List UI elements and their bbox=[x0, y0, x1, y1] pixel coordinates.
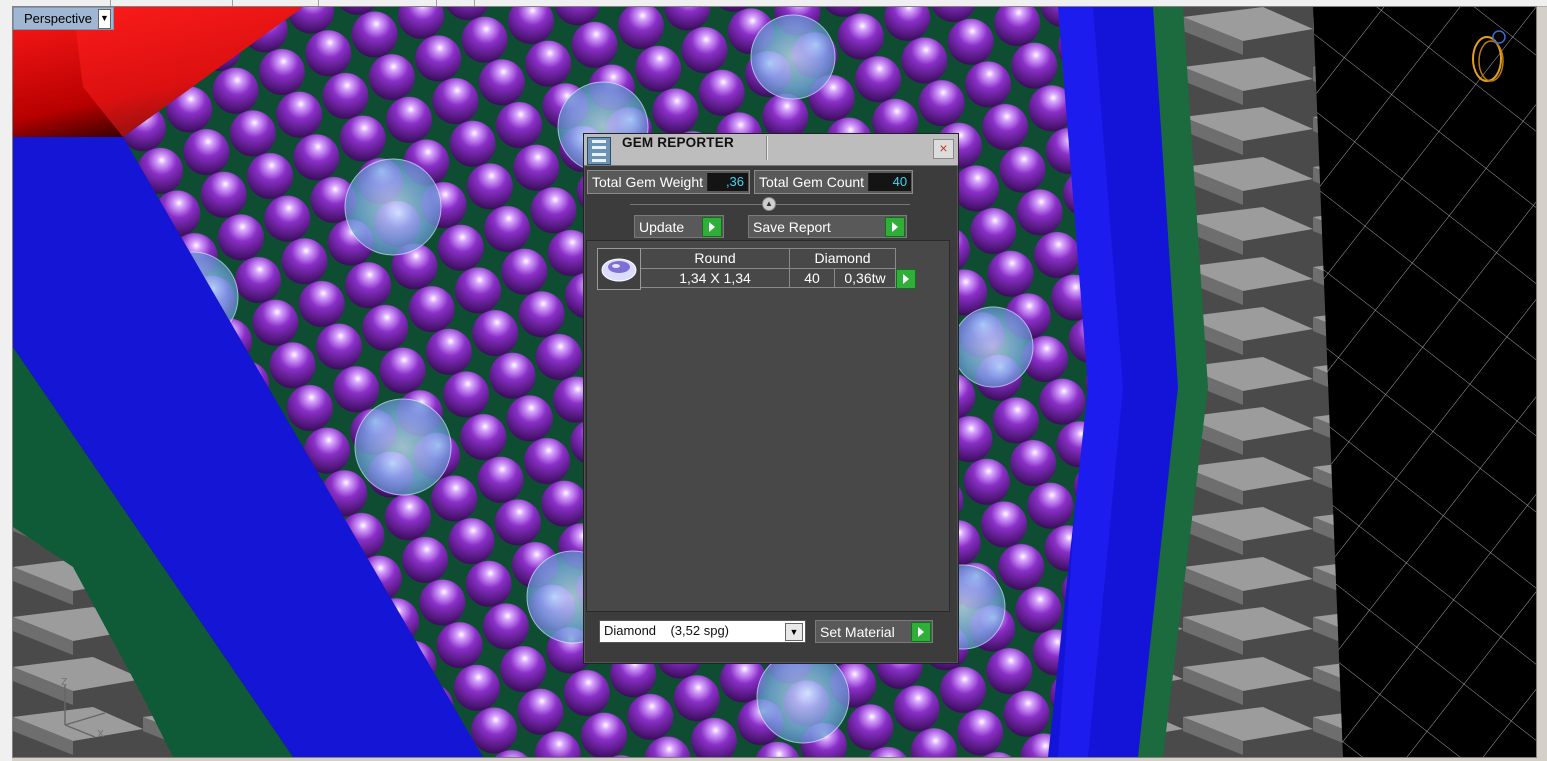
gem-weight: 0,36tw bbox=[835, 268, 896, 288]
gem-details-grid: Round Diamond 1,34 X 1,34 40 0,36tw bbox=[641, 248, 916, 290]
total-gem-count-field: Total Gem Count 40 bbox=[754, 170, 914, 194]
set-material-button-label: Set Material bbox=[820, 623, 895, 640]
save-report-play-icon bbox=[885, 216, 905, 237]
left-toolbar-strip bbox=[0, 6, 12, 761]
dialog-title: GEM REPORTER bbox=[622, 135, 734, 150]
gem-size: 1,34 X 1,34 bbox=[641, 268, 790, 288]
save-report-button[interactable]: Save Report bbox=[748, 215, 907, 238]
gem-row-play-icon bbox=[896, 269, 916, 289]
gem-count: 40 bbox=[790, 268, 835, 288]
axis-label-z: z bbox=[61, 675, 67, 688]
set-material-button[interactable]: Set Material bbox=[815, 620, 933, 643]
list-item[interactable]: Round Diamond 1,34 X 1,34 40 0,36tw bbox=[597, 248, 916, 290]
material-select[interactable]: Diamond (3,52 spg) ▼ bbox=[599, 620, 806, 643]
update-play-icon bbox=[702, 216, 722, 237]
viewport-label-text: Perspective bbox=[24, 11, 92, 26]
gem-list-panel[interactable]: Round Diamond 1,34 X 1,34 40 0,36tw bbox=[586, 240, 950, 612]
close-button[interactable]: × bbox=[933, 139, 954, 159]
gem-material: Diamond bbox=[790, 248, 896, 268]
collapse-toggle-icon[interactable]: ▲ bbox=[762, 197, 776, 211]
viewport-menu-dropdown-icon[interactable]: ▼ bbox=[97, 8, 111, 29]
update-button[interactable]: Update bbox=[634, 215, 724, 238]
update-button-label: Update bbox=[639, 218, 685, 235]
gem-reporter-app-icon bbox=[587, 137, 611, 165]
set-material-play-icon bbox=[911, 621, 931, 642]
total-gem-weight-field: Total Gem Weight ,36 bbox=[587, 170, 751, 194]
save-report-button-label: Save Report bbox=[753, 218, 831, 235]
chevron-down-icon[interactable]: ▼ bbox=[785, 623, 803, 641]
gem-row-expand-button[interactable] bbox=[896, 268, 916, 289]
total-gem-count-value: 40 bbox=[868, 173, 912, 191]
gem-reporter-dialog[interactable]: GEM REPORTER × Total Gem Weight ,36 Tota… bbox=[583, 133, 959, 664]
viewport-label[interactable]: Perspective ▼ bbox=[13, 7, 114, 30]
axis-label-x: x bbox=[97, 726, 104, 737]
total-gem-weight-value: ,36 bbox=[707, 173, 749, 191]
total-gem-count-label: Total Gem Count bbox=[759, 174, 865, 190]
material-select-value: Diamond (3,52 spg) bbox=[604, 623, 730, 638]
round-diamond-thumbnail-icon bbox=[597, 248, 641, 290]
gem-shape: Round bbox=[641, 248, 790, 268]
ring-model-icon bbox=[1472, 30, 1506, 82]
dialog-titlebar[interactable]: GEM REPORTER × bbox=[584, 134, 958, 166]
axis-gizmo-icon: z x bbox=[61, 675, 106, 737]
title-separator-highlight bbox=[767, 136, 768, 160]
totals-row: Total Gem Weight ,36 Total Gem Count 40 bbox=[587, 170, 914, 194]
total-gem-weight-label: Total Gem Weight bbox=[592, 174, 704, 190]
